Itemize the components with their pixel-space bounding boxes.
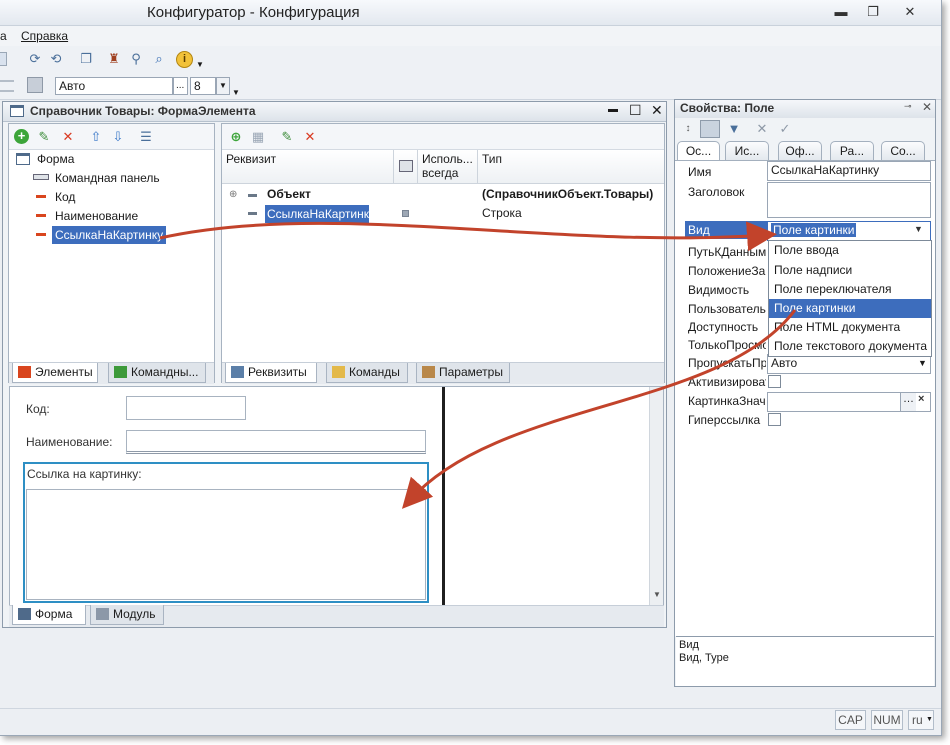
annotation-arrows bbox=[159, 221, 797, 509]
arrow-to-picture-field bbox=[401, 309, 797, 509]
arrow-to-kind-property bbox=[159, 221, 777, 252]
app-window: Конфигуратор - Конфигурация ▬ ❐ ✕ а Спра… bbox=[0, 0, 942, 736]
